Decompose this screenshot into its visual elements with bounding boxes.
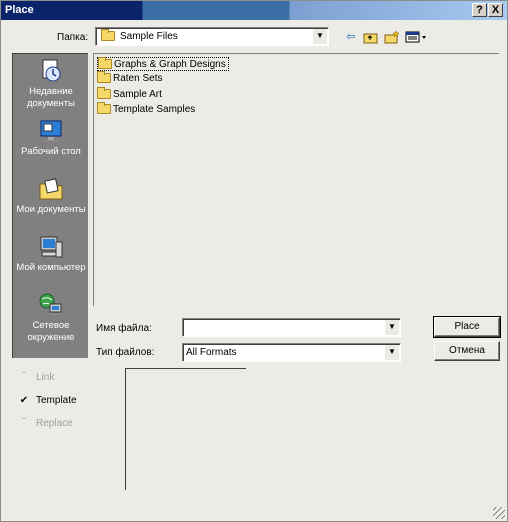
place-dialog: Place ? X Папка: Sample Files ▼ ⇦ Недавн… [0,0,508,522]
place-label: Недавние документы [27,86,75,109]
window-title: Place [5,4,34,16]
filetype-combo[interactable]: All Formats ▼ [182,343,401,362]
look-in-value: Sample Files [120,31,178,42]
chevron-down-icon[interactable]: ▼ [385,320,399,335]
place-desktop[interactable]: Рабочий стол [13,118,89,158]
place-label: Сетевое окружение [27,320,75,343]
list-item[interactable]: Template Samples [97,102,197,117]
recent-documents-icon [42,59,61,82]
folder-icon [101,29,117,42]
folder-icon [97,87,111,100]
folder-icon [98,57,112,70]
chevron-down-icon[interactable]: ▼ [385,345,399,360]
checkbox-mark: ‾ [22,372,26,383]
network-icon [39,293,62,315]
place-button[interactable]: Place [433,316,501,338]
place-my-documents[interactable]: Мои документы [13,176,89,216]
desktop-icon [40,120,62,142]
place-my-computer[interactable]: Мой компьютер [13,234,89,274]
place-label: Мои документы [16,204,86,215]
filetype-value: All Formats [186,347,237,358]
back-icon[interactable]: ⇦ [343,30,359,44]
help-button[interactable]: ? [472,3,487,17]
list-item[interactable]: Sample Art [97,87,164,102]
my-documents-icon [39,178,63,200]
checkbox-mark: ‾ [22,418,26,429]
file-list[interactable]: Graphs & Graph Designs Raten Sets Sample… [93,53,499,306]
option-label: Link [36,372,55,383]
cancel-button[interactable]: Отмена [434,341,500,361]
place-label: Рабочий стол [21,146,81,157]
filetype-label: Тип файлов: [96,347,155,358]
my-computer-icon [40,236,63,258]
folder-icon [97,71,111,84]
file-name: Raten Sets [113,73,163,84]
option-label: Template [36,395,77,406]
chevron-down-icon[interactable]: ▼ [313,29,327,44]
folder-icon [97,102,111,115]
places-bar: Недавние документы Рабочий стол Мои доку… [12,53,88,358]
title-bar[interactable]: Place ? X [1,1,507,20]
look-in-label: Папка: [57,32,89,43]
list-item[interactable]: Raten Sets [97,71,164,86]
file-name: Sample Art [113,89,162,100]
file-name: Graphs & Graph Designs [114,59,226,70]
place-label: Мой компьютер [16,262,86,273]
view-menu-icon[interactable] [405,30,429,44]
close-button[interactable]: X [488,3,503,17]
place-network[interactable]: Сетевое окружение [13,292,89,344]
new-folder-icon[interactable] [384,30,400,44]
file-name: Template Samples [113,104,196,115]
place-recent-documents[interactable]: Недавние документы [13,58,89,110]
option-label: Replace [36,418,73,429]
preview-area [125,368,246,490]
checkmark-icon: ✔ [19,395,29,406]
filename-label: Имя файла: [96,323,152,334]
up-folder-icon[interactable] [363,30,379,44]
resize-grip-icon[interactable] [493,507,505,519]
filename-combo[interactable]: ▼ [182,318,401,337]
list-item[interactable]: Graphs & Graph Designs [97,57,229,71]
look-in-combo[interactable]: Sample Files ▼ [95,27,329,46]
